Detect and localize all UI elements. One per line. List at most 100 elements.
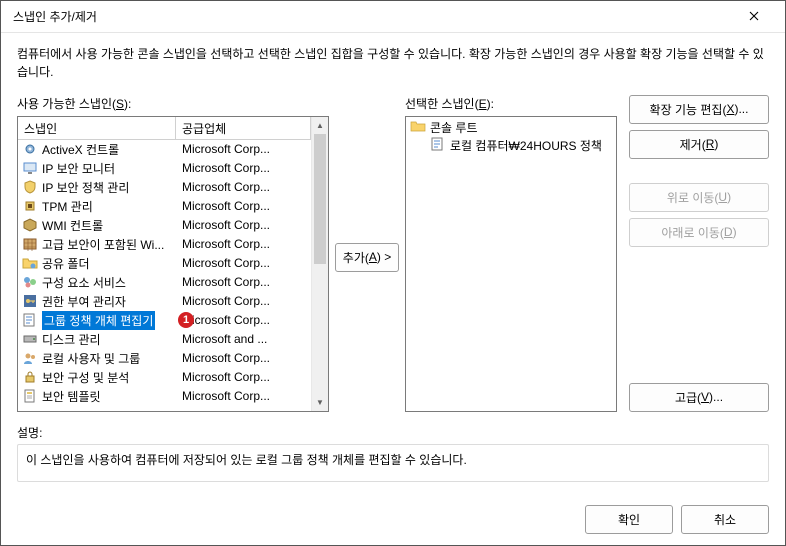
selected-label: 선택한 스냅인(E): [405,95,617,112]
description-text: 컴퓨터에서 사용 가능한 콘솔 스냅인을 선택하고 선택한 스냅인 집합을 구성… [17,45,769,81]
row-vendor: Microsoft Corp... [176,294,311,308]
policy-icon [22,312,38,328]
description-box: 이 스냅인을 사용하여 컴퓨터에 저장되어 있는 로컬 그룹 정책 개체를 편집… [17,444,769,482]
users-icon [22,350,38,366]
row-vendor: Microsoft Corp... [176,142,311,156]
edit-extensions-button[interactable]: 확장 기능 편집(X)... [629,95,769,124]
available-label: 사용 가능한 스냅인(S): [17,95,329,112]
advanced-button[interactable]: 고급(V)... [629,383,769,412]
list-row[interactable]: 보안 구성 및 분석 Microsoft Corp... [18,368,311,387]
scroll-thumb[interactable] [314,134,326,264]
description-label: 설명: [17,424,769,441]
component-icon [22,274,38,290]
folder-shared-icon [22,255,38,271]
row-vendor: Microsoft Corp... [176,199,311,213]
monitor-icon [22,160,38,176]
selected-treebox[interactable]: 콘솔 루트 로컬 컴퓨터₩24HOURS 정책 [405,116,617,412]
window-title: 스냅인 추가/제거 [13,8,731,25]
row-name: 디스크 관리 [42,331,101,348]
row-name: 권한 부여 관리자 [42,293,126,310]
row-vendor: Microsoft Corp... [176,313,311,327]
row-name: IP 보안 모니터 [42,160,115,177]
row-vendor: Microsoft Corp... [176,180,311,194]
close-icon [749,11,759,21]
add-button[interactable]: 추가(A) > [335,243,399,272]
list-row[interactable]: 권한 부여 관리자 Microsoft Corp... [18,292,311,311]
row-name: 보안 구성 및 분석 [42,369,129,386]
action-buttons: 확장 기능 편집(X)... 제거(R) 위로 이동(U) 아래로 이동(D) … [629,95,769,412]
list-row[interactable]: 로컬 사용자 및 그룹 Microsoft Corp... [18,349,311,368]
row-name: 구성 요소 서비스 [42,274,126,291]
row-vendor: Microsoft Corp... [176,275,311,289]
ok-button[interactable]: 확인 [585,505,673,534]
cancel-button[interactable]: 취소 [681,505,769,534]
available-column: 사용 가능한 스냅인(S): 스냅인 공급업체 ActiveX 컨트롤 Micro… [17,95,329,412]
box-icon [22,217,38,233]
list-header: 스냅인 공급업체 [18,117,311,140]
row-vendor: Microsoft Corp... [176,161,311,175]
folder-icon [410,118,426,137]
row-name: 그룹 정책 개체 편집기 [42,311,155,330]
row-vendor: Microsoft Corp... [176,237,311,251]
row-name: TPM 관리 [42,198,93,215]
row-vendor: Microsoft and ... [176,332,311,346]
selected-column: 선택한 스냅인(E): 콘솔 루트 [405,95,617,412]
firewall-icon [22,236,38,252]
annotation-badge: 1 [178,312,194,328]
dialog-window: 스냅인 추가/제거 컴퓨터에서 사용 가능한 콘솔 스냅인을 선택하고 선택한 … [0,0,786,546]
footer: 확인 취소 [1,494,785,545]
row-name: 공유 폴더 [42,255,90,272]
remove-button[interactable]: 제거(R) [629,130,769,159]
list-row[interactable]: 보안 템플릿 Microsoft Corp... [18,387,311,406]
row-name: 로컬 사용자 및 그룹 [42,350,140,367]
row-vendor: Microsoft Corp... [176,256,311,270]
row-vendor: Microsoft Corp... [176,370,311,384]
scrollbar[interactable]: ▲ ▼ [311,117,328,411]
titlebar: 스냅인 추가/제거 [1,1,785,33]
list-row[interactable]: 구성 요소 서비스 Microsoft Corp... [18,273,311,292]
scroll-down-button[interactable]: ▼ [312,394,328,411]
list-row[interactable]: WMI 컨트롤 Microsoft Corp... [18,216,311,235]
row-vendor: Microsoft Corp... [176,389,311,403]
row-name: IP 보안 정책 관리 [42,179,129,196]
columns: 사용 가능한 스냅인(S): 스냅인 공급업체 ActiveX 컨트롤 Micro… [17,95,769,412]
row-name: WMI 컨트롤 [42,217,103,234]
tree-child[interactable]: 로컬 컴퓨터₩24HOURS 정책 [408,137,614,155]
lock-icon [22,369,38,385]
rows-container: ActiveX 컨트롤 Microsoft Corp... IP 보안 모니터 Mic… [18,140,311,406]
tree-root[interactable]: 콘솔 루트 [408,119,614,137]
list-row[interactable]: 그룹 정책 개체 편집기 Microsoft Corp...1 [18,311,311,330]
list-inner: 스냅인 공급업체 ActiveX 컨트롤Microsoft Corp...IP … [18,117,311,411]
description-section: 설명: 이 스냅인을 사용하여 컴퓨터에 저장되어 있는 로컬 그룹 정책 개체… [17,424,769,482]
row-vendor: Microsoft Corp... [176,351,311,365]
available-listbox[interactable]: 스냅인 공급업체 ActiveX 컨트롤Microsoft Corp...IP … [17,116,329,412]
list-row[interactable]: ActiveX 컨트롤 Microsoft Corp... [18,140,311,159]
tree-child-label: 로컬 컴퓨터₩24HOURS 정책 [450,137,602,154]
row-name: 고급 보안이 포함된 Wi... [42,236,164,253]
shield-icon [22,179,38,195]
dialog-body: 컴퓨터에서 사용 가능한 콘솔 스냅인을 선택하고 선택한 스냅인 집합을 구성… [1,33,785,494]
chip-icon [22,198,38,214]
row-vendor: Microsoft Corp... [176,218,311,232]
list-row[interactable]: IP 보안 정책 관리 Microsoft Corp... [18,178,311,197]
template-icon [22,388,38,404]
row-name: 보안 템플릿 [42,388,101,405]
list-row[interactable]: TPM 관리 Microsoft Corp... [18,197,311,216]
list-row[interactable]: IP 보안 모니터 Microsoft Corp... [18,159,311,178]
column-vendor[interactable]: 공급업체 [176,117,311,140]
middle-column: 추가(A) > [329,95,405,272]
close-button[interactable] [731,1,777,31]
policy-icon [430,136,446,155]
row-name: ActiveX 컨트롤 [42,141,119,158]
column-snapin[interactable]: 스냅인 [18,117,176,140]
move-down-button: 아래로 이동(D) [629,218,769,247]
list-row[interactable]: 공유 폴더 Microsoft Corp... [18,254,311,273]
list-row[interactable]: 디스크 관리 Microsoft and ... [18,330,311,349]
key-icon [22,293,38,309]
tree-root-label: 콘솔 루트 [430,119,478,136]
move-up-button: 위로 이동(U) [629,183,769,212]
scroll-up-button[interactable]: ▲ [312,117,328,134]
right-column: 선택한 스냅인(E): 콘솔 루트 [405,95,769,412]
disk-icon [22,331,38,347]
list-row[interactable]: 고급 보안이 포함된 Wi... Microsoft Corp... [18,235,311,254]
